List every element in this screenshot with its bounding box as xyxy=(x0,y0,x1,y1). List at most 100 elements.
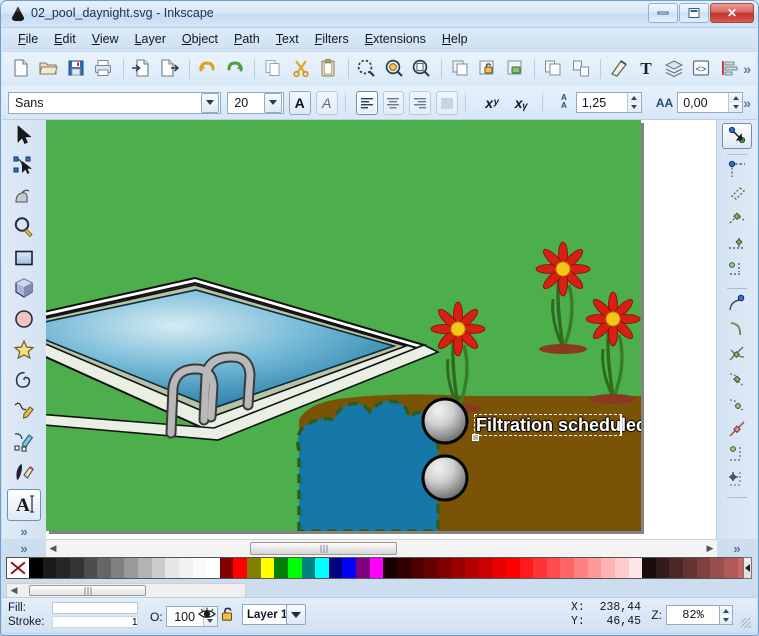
canvas-area[interactable]: Filtration scheduled xyxy=(46,120,717,539)
scroll-right-icon[interactable]: ▶ xyxy=(703,543,717,554)
import-button[interactable] xyxy=(129,56,154,82)
italic-button[interactable]: A xyxy=(315,90,338,115)
palette-swatch[interactable] xyxy=(451,558,465,578)
scroll-left-icon[interactable]: ◀ xyxy=(46,543,60,554)
palette-swatch[interactable] xyxy=(655,558,670,578)
zoom-tool[interactable] xyxy=(8,214,40,244)
ellipse-tool[interactable] xyxy=(8,306,40,336)
palette-swatch[interactable] xyxy=(723,558,738,578)
layers-dialog-button[interactable] xyxy=(661,56,686,82)
text-toolbar-overflow[interactable]: » xyxy=(743,95,751,111)
text-dialog-button[interactable]: T xyxy=(634,56,659,82)
redo-button[interactable] xyxy=(222,56,247,82)
zoom-control[interactable]: Z: 82% xyxy=(651,605,733,625)
maximize-button[interactable] xyxy=(679,3,709,23)
ungroup-button[interactable] xyxy=(568,56,593,82)
document-page[interactable]: Filtration scheduled xyxy=(46,120,641,531)
snap-nodes-paths[interactable] xyxy=(723,293,751,317)
snap-midpoints-line-segments[interactable] xyxy=(723,418,751,442)
no-color-X-icon[interactable] xyxy=(7,558,29,578)
palette-swatch[interactable] xyxy=(696,558,711,578)
print-document-button[interactable] xyxy=(90,56,115,82)
menu-item-edit[interactable]: Edit xyxy=(46,30,84,48)
align-center-button[interactable] xyxy=(382,90,405,115)
palette-swatch[interactable] xyxy=(383,558,397,578)
clone-button[interactable] xyxy=(474,56,499,82)
palette-swatch[interactable] xyxy=(165,558,179,578)
selector-tool[interactable] xyxy=(8,122,40,152)
group-button[interactable] xyxy=(540,56,565,82)
paste-button[interactable] xyxy=(315,56,340,82)
palette-swatch[interactable] xyxy=(29,558,43,578)
canvas-text-object[interactable]: Filtration scheduled xyxy=(476,415,641,436)
menu-item-file[interactable]: File xyxy=(10,30,46,48)
palette-swatch[interactable] xyxy=(301,558,316,578)
palette-swatch[interactable] xyxy=(342,558,356,578)
bold-button[interactable]: A xyxy=(288,90,311,115)
layer-selector-chevron-down-icon[interactable] xyxy=(286,604,306,625)
snap-bbox-edge-midpoints[interactable] xyxy=(723,234,751,258)
menu-item-text[interactable]: Text xyxy=(268,30,307,48)
snap-bbox-centers[interactable] xyxy=(723,259,751,283)
pencil-tool[interactable] xyxy=(8,397,40,427)
canvas-overflow-right[interactable]: » xyxy=(722,540,752,557)
unlink-clone-button[interactable] xyxy=(502,56,527,82)
snap-paths[interactable] xyxy=(723,318,751,342)
horizontal-scroll-track[interactable] xyxy=(60,541,703,556)
zoom-selection-button[interactable] xyxy=(354,56,379,82)
palette-swatch[interactable] xyxy=(437,558,452,578)
palette-swatch[interactable] xyxy=(574,558,588,578)
snap-bbox-corners[interactable] xyxy=(723,209,751,233)
canvas-horizontal-scrollbar[interactable]: ◀ ▶ xyxy=(46,539,717,557)
palette-swatch[interactable] xyxy=(505,558,520,578)
palette-swatch[interactable] xyxy=(710,558,724,578)
fill-swatch[interactable] xyxy=(52,602,138,614)
palette-swatch[interactable] xyxy=(669,558,683,578)
letter-spacing-input[interactable]: 0,00 xyxy=(677,92,744,113)
snap-bounding-boxes[interactable] xyxy=(723,159,751,183)
palette-swatch[interactable] xyxy=(328,558,343,578)
cut-button[interactable] xyxy=(288,56,313,82)
palette-swatch[interactable] xyxy=(356,558,370,578)
palette-swatch[interactable] xyxy=(178,558,193,578)
line-spacing-stepper[interactable] xyxy=(626,93,641,112)
new-document-button[interactable] xyxy=(8,56,33,82)
palette-swatch[interactable] xyxy=(219,558,234,578)
align-left-button[interactable] xyxy=(355,90,378,115)
palette-swatch[interactable] xyxy=(315,558,329,578)
canvas-overflow-left[interactable]: » xyxy=(9,540,39,557)
palette-swatch[interactable] xyxy=(614,558,629,578)
chevron-down-icon[interactable] xyxy=(201,92,220,113)
palette-swatch[interactable] xyxy=(560,558,574,578)
menu-item-object[interactable]: Object xyxy=(174,30,226,48)
palette-swatch[interactable] xyxy=(601,558,615,578)
layer-visibility-toggle[interactable] xyxy=(198,607,216,624)
snap-cusp-nodes[interactable] xyxy=(723,368,751,392)
palette-swatch[interactable] xyxy=(206,558,220,578)
font-family-combo[interactable]: Sans xyxy=(8,91,222,114)
command-toolbar-overflow[interactable]: » xyxy=(743,61,751,77)
text-tool[interactable]: A xyxy=(7,489,41,521)
enable-snapping-toggle[interactable] xyxy=(722,123,752,149)
palette-swatch[interactable] xyxy=(274,558,288,578)
fill-stroke-dialog-button[interactable] xyxy=(606,56,631,82)
palette-swatch[interactable] xyxy=(396,558,411,578)
snap-object-centers[interactable] xyxy=(723,443,751,467)
copy-button[interactable] xyxy=(260,56,285,82)
palette-swatch[interactable] xyxy=(642,558,656,578)
open-document-button[interactable] xyxy=(35,56,60,82)
palette-swatch[interactable] xyxy=(151,558,166,578)
font-size-combo[interactable]: 20 xyxy=(227,91,284,114)
palette-swatch[interactable] xyxy=(287,558,302,578)
rectangle-tool[interactable] xyxy=(8,244,40,274)
palette-swatch[interactable] xyxy=(492,558,506,578)
save-document-button[interactable] xyxy=(63,56,88,82)
palette-swatch[interactable] xyxy=(533,558,547,578)
align-right-button[interactable] xyxy=(409,90,432,115)
palette-swatch[interactable] xyxy=(138,558,152,578)
layer-lock-toggle[interactable] xyxy=(221,607,236,625)
palette-swatch[interactable] xyxy=(56,558,70,578)
snap-rotation-centers[interactable] xyxy=(723,468,751,492)
palette-swatch[interactable] xyxy=(97,558,111,578)
palette-swatch[interactable] xyxy=(83,558,98,578)
